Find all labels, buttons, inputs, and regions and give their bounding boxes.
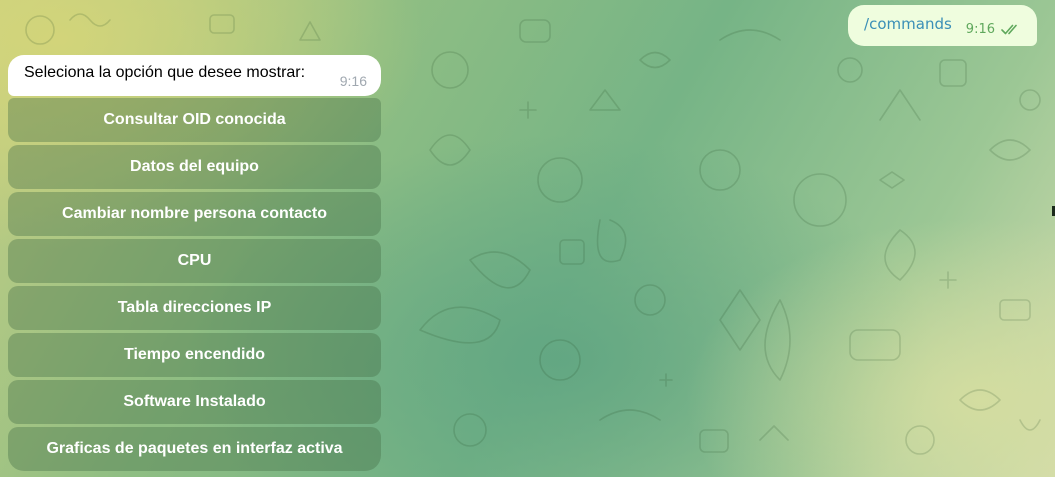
double-check-icon [1001,24,1017,34]
kb-button-cpu[interactable]: CPU [8,239,381,283]
kb-button-label: Datos del equipo [130,158,259,175]
outgoing-message-time: 9:16 [965,21,995,37]
kb-button-label: CPU [177,252,212,269]
kb-button-label: Graficas de paquetes en interfaz activa [46,440,343,457]
kb-button-label: Cambiar nombre persona contacto [62,205,327,222]
kb-button-consultar-oid[interactable]: Consultar OID conocida [8,98,381,142]
incoming-message-text: Seleciona la opción que desee mostrar: [24,64,306,81]
inline-keyboard: Consultar OID conocida Datos del equipo … [8,98,381,471]
kb-button-cambiar-contacto[interactable]: Cambiar nombre persona contacto [8,192,381,236]
kb-button-label: Consultar OID conocida [103,111,286,128]
kb-button-label: Tiempo encendido [123,346,266,363]
kb-button-tabla-ip[interactable]: Tabla direcciones IP [8,286,381,330]
incoming-message-time: 9:16 [339,72,367,89]
outgoing-message-text: /commands [864,14,952,33]
incoming-message-bubble: Seleciona la opción que desee mostrar: 9… [8,55,381,96]
kb-button-tiempo-encendido[interactable]: Tiempo encendido [8,333,381,377]
kb-button-graficas-paquetes[interactable]: Graficas de paquetes en interfaz activa [8,427,381,471]
kb-button-software-instalado[interactable]: Software Instalado [8,380,381,424]
kb-button-label: Tabla direcciones IP [117,299,272,316]
kb-button-label: Software Instalado [123,393,266,410]
outgoing-message-bubble: /commands 9:16 [848,5,1037,46]
outgoing-message-meta: 9:16 [966,22,1021,37]
kb-button-datos-equipo[interactable]: Datos del equipo [8,145,381,189]
